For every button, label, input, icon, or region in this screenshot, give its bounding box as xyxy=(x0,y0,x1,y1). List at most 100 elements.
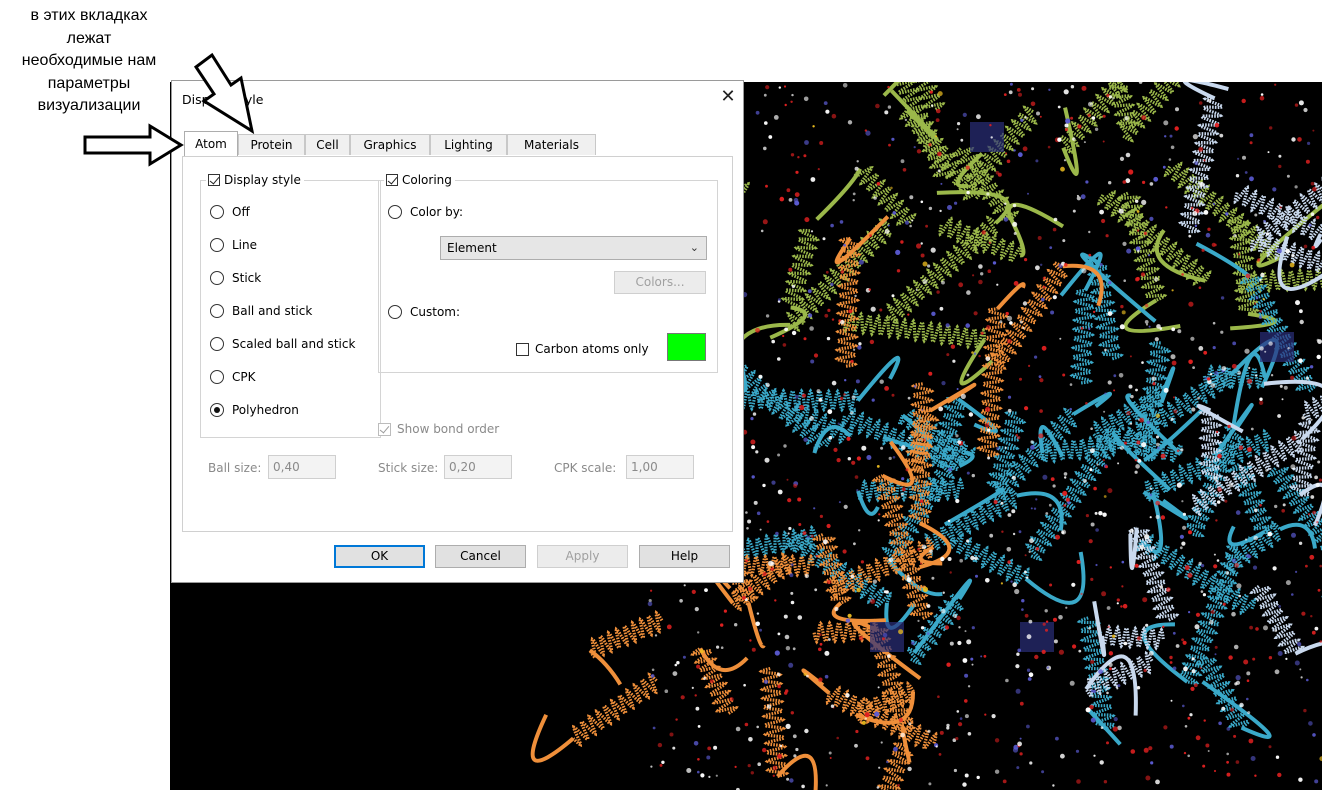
helix-ribbon xyxy=(1225,520,1282,575)
radio-color-by[interactable]: Color by: xyxy=(388,205,463,219)
atom xyxy=(1164,135,1167,138)
atom xyxy=(1136,210,1140,213)
atom xyxy=(1199,667,1202,669)
atom xyxy=(743,683,746,687)
atom xyxy=(1295,300,1300,306)
atom xyxy=(1095,563,1098,567)
radio-cpk[interactable]: CPK xyxy=(210,370,255,384)
custom-color-swatch[interactable] xyxy=(667,333,706,361)
atom xyxy=(936,108,941,114)
ok-button[interactable]: OK xyxy=(334,545,425,568)
atom xyxy=(873,196,877,200)
apply-button[interactable]: Apply xyxy=(537,545,628,568)
color-by-select[interactable]: Element ⌄ xyxy=(440,236,707,260)
tab-graphics[interactable]: Graphics xyxy=(350,134,430,155)
atom xyxy=(762,483,766,488)
atom xyxy=(1085,514,1089,518)
atom xyxy=(1102,459,1105,462)
atom xyxy=(1101,218,1106,224)
atom xyxy=(1080,194,1086,200)
atom xyxy=(810,534,814,538)
atom xyxy=(940,556,945,562)
atom xyxy=(691,589,696,594)
atom xyxy=(1297,642,1302,647)
atom xyxy=(683,584,686,587)
cpk-scale-field[interactable]: 1,00 xyxy=(626,455,694,479)
atom xyxy=(1108,667,1112,671)
atom xyxy=(1013,149,1016,152)
atom xyxy=(1170,699,1173,702)
atom xyxy=(844,379,847,382)
atom xyxy=(779,196,785,202)
atom xyxy=(1250,427,1254,431)
atom xyxy=(697,631,700,634)
close-icon[interactable]: ✕ xyxy=(715,85,741,109)
tab-lighting[interactable]: Lighting xyxy=(430,134,507,155)
show-bond-order-checkbox[interactable]: Show bond order xyxy=(378,422,499,436)
radio-off[interactable]: Off xyxy=(210,205,250,219)
atom xyxy=(854,166,859,171)
atom xyxy=(941,280,945,285)
atom xyxy=(1090,427,1093,431)
atom xyxy=(817,168,820,171)
atom xyxy=(1076,194,1079,197)
atom xyxy=(1144,320,1149,324)
atom xyxy=(1108,95,1112,99)
tab-atom[interactable]: Atom xyxy=(184,131,238,156)
atom xyxy=(1182,512,1186,516)
radio-ball-and-stick[interactable]: Ball and stick xyxy=(210,304,312,318)
atom xyxy=(1299,319,1304,325)
atom xyxy=(1255,374,1258,377)
cancel-button[interactable]: Cancel xyxy=(435,545,526,568)
atom xyxy=(900,492,904,496)
atom xyxy=(973,352,977,355)
atom xyxy=(927,729,931,733)
radio-polyhedron[interactable]: Polyhedron xyxy=(210,403,299,417)
help-button[interactable]: Help xyxy=(639,545,730,568)
ball-size-field[interactable]: 0,40 xyxy=(268,455,336,479)
atom xyxy=(1072,137,1076,141)
atom xyxy=(1246,679,1250,682)
atom xyxy=(765,314,770,318)
radio-stick[interactable]: Stick xyxy=(210,271,261,285)
coloring-checkbox[interactable]: Coloring xyxy=(384,173,455,187)
carbon-atoms-only-checkbox[interactable]: Carbon atoms only xyxy=(516,342,649,356)
radio-scaled-ball-and-stick[interactable]: Scaled ball and stick xyxy=(210,337,355,351)
radio-custom[interactable]: Custom: xyxy=(388,305,460,319)
loop-ribbon xyxy=(530,713,575,763)
atom xyxy=(960,138,964,142)
atom xyxy=(1217,453,1222,459)
tab-cell[interactable]: Cell xyxy=(305,134,350,155)
atom xyxy=(879,308,883,312)
atom xyxy=(836,458,841,463)
atom xyxy=(839,396,844,401)
atom xyxy=(1141,361,1144,364)
atom xyxy=(1263,219,1266,223)
atom xyxy=(1182,704,1185,708)
stick-size-field[interactable]: 0,20 xyxy=(444,455,512,479)
cpk-scale-label: CPK scale: xyxy=(554,461,617,475)
atom xyxy=(1254,508,1258,513)
atom xyxy=(1247,378,1253,384)
atom xyxy=(1235,760,1240,764)
atom xyxy=(1099,209,1104,215)
atom xyxy=(888,557,893,562)
atom xyxy=(825,784,828,787)
atom xyxy=(777,489,783,495)
atom xyxy=(1264,350,1267,353)
atom xyxy=(1262,298,1265,301)
atom xyxy=(650,674,655,678)
atom xyxy=(1017,648,1021,653)
atom xyxy=(1246,671,1251,676)
atom xyxy=(1216,559,1220,562)
atom xyxy=(1213,769,1217,773)
atom xyxy=(959,558,963,563)
radio-line[interactable]: Line xyxy=(210,238,257,252)
atom xyxy=(755,110,760,115)
atom xyxy=(810,177,816,182)
tab-materials[interactable]: Materials xyxy=(507,134,596,155)
atom xyxy=(1298,541,1303,545)
atom xyxy=(887,224,890,227)
colors-button[interactable]: Colors... xyxy=(614,271,706,294)
atom xyxy=(1210,383,1216,388)
